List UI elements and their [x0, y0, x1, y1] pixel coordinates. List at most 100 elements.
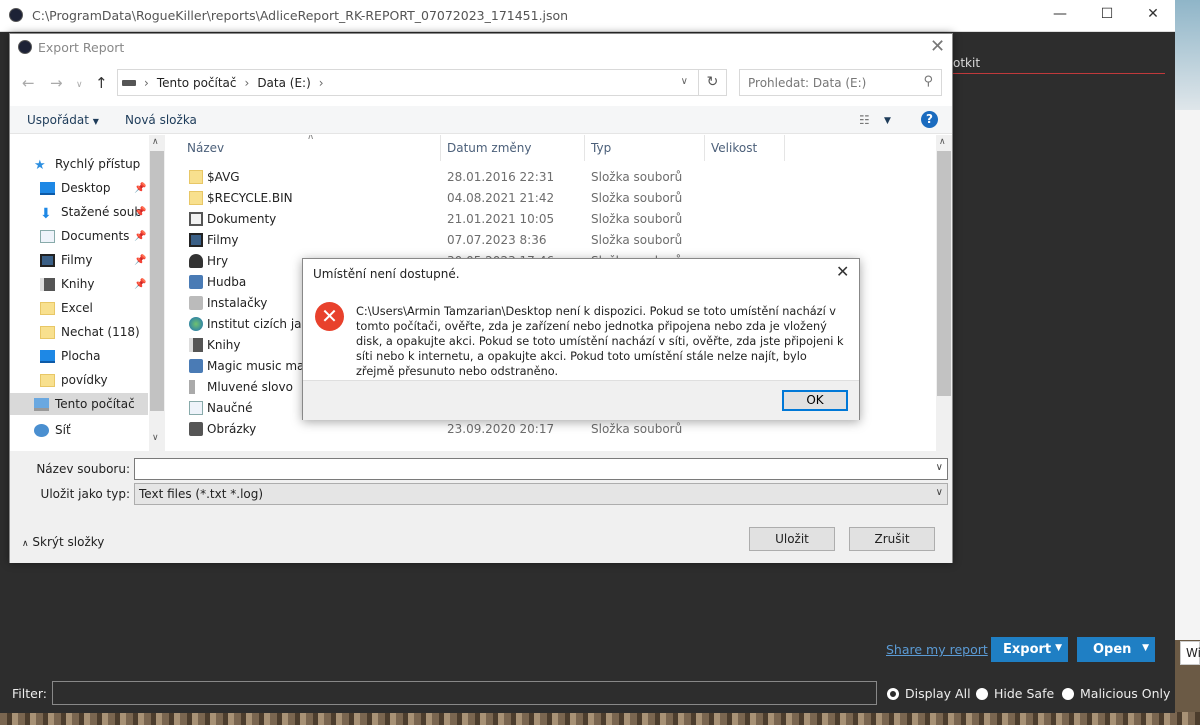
- new-folder-button[interactable]: Nová složka: [125, 113, 197, 127]
- pin-icon[interactable]: 📌: [134, 255, 146, 266]
- search-input[interactable]: Prohledat: Data (E:) ⚲: [739, 69, 942, 96]
- nav-item-label: Plocha: [61, 349, 101, 363]
- app-logo-icon: [9, 8, 23, 22]
- app-logo-icon: [18, 40, 32, 54]
- file-list-scrollbar[interactable]: ∧: [936, 135, 952, 451]
- column-header-size[interactable]: Velikost: [711, 141, 757, 155]
- minimize-button[interactable]: —: [1050, 6, 1070, 26]
- column-header-name[interactable]: Název: [187, 141, 224, 155]
- file-row[interactable]: Filmy 07.07.2023 8:36 Složka souborů: [165, 230, 935, 251]
- forward-button[interactable]: →: [50, 74, 63, 92]
- pin-icon[interactable]: 📌: [134, 207, 146, 218]
- close-button[interactable]: ✕: [1143, 6, 1163, 26]
- pin-icon[interactable]: 📌: [134, 279, 146, 290]
- pin-icon[interactable]: 📌: [134, 183, 146, 194]
- window-title: C:\ProgramData\RogueKiller\reports\Adlic…: [32, 8, 569, 23]
- refresh-button[interactable]: ↻: [698, 70, 726, 95]
- nav-item[interactable]: Knihy 📌: [10, 273, 148, 295]
- pin-icon[interactable]: 📌: [134, 231, 146, 242]
- dialog-title: Export Report: [38, 40, 125, 55]
- column-divider[interactable]: [440, 135, 441, 161]
- recent-locations-chevron-icon[interactable]: ∨: [76, 80, 83, 90]
- file-date: 04.08.2021 21:42: [447, 191, 555, 205]
- desktop-wallpaper: [1175, 0, 1200, 110]
- chevron-down-icon[interactable]: ∨: [936, 462, 943, 473]
- cancel-button[interactable]: Zrušit: [849, 527, 935, 551]
- nav-item[interactable]: ⬇ Stažené soub 📌: [10, 201, 148, 223]
- filename-input[interactable]: ∨: [134, 458, 948, 480]
- address-dropdown-icon[interactable]: ∨: [681, 76, 688, 87]
- organize-button[interactable]: Uspořádat ▼: [27, 113, 99, 127]
- help-icon[interactable]: ?: [921, 111, 938, 128]
- error-close-button[interactable]: ✕: [836, 262, 849, 281]
- share-report-link[interactable]: Share my report: [886, 642, 988, 657]
- file-name: Hudba: [207, 275, 247, 289]
- radio-hide-safe[interactable]: Hide Safe: [976, 686, 1054, 701]
- file-row[interactable]: $RECYCLE.BIN 04.08.2021 21:42 Složka soubo…: [165, 188, 935, 209]
- breadcrumb-separator-icon: ›: [244, 75, 250, 90]
- column-divider[interactable]: [704, 135, 705, 161]
- nav-item[interactable]: ★ Rychlý přístup: [10, 153, 148, 175]
- nav-scrollbar[interactable]: ∧ ∨: [149, 135, 165, 451]
- column-divider[interactable]: [784, 135, 785, 161]
- nav-item[interactable]: povídky: [10, 369, 148, 391]
- radio-malicious-only[interactable]: Malicious Only: [1062, 686, 1170, 701]
- desktop-wallpaper-bottom: [0, 712, 1200, 725]
- radio-icon[interactable]: [1062, 687, 1074, 700]
- column-header-date[interactable]: Datum změny: [447, 141, 532, 155]
- file-list-scrollbar-thumb[interactable]: [937, 151, 951, 396]
- film-icon: [189, 233, 203, 247]
- nav-item[interactable]: Desktop 📌: [10, 177, 148, 199]
- hide-folders-button[interactable]: ∧ Skrýt složky: [22, 535, 104, 549]
- export-button[interactable]: Export ▼: [991, 637, 1068, 662]
- ok-button[interactable]: OK: [782, 390, 848, 411]
- nav-item[interactable]: Síť: [10, 419, 148, 441]
- document-icon: [189, 401, 203, 415]
- chevron-down-icon[interactable]: ▼: [1142, 643, 1149, 653]
- nav-item[interactable]: Plocha: [10, 345, 148, 367]
- file-type: Složka souborů: [591, 233, 683, 247]
- view-dropdown-icon[interactable]: ▼: [884, 116, 891, 126]
- folder-icon: [40, 301, 55, 315]
- breadcrumb-this-pc[interactable]: Tento počítač: [157, 76, 237, 90]
- radio-display-all[interactable]: Display All: [887, 686, 971, 701]
- column-divider[interactable]: [584, 135, 585, 161]
- file-row[interactable]: Obrázky 23.09.2020 20:17 Složka souborů: [165, 419, 935, 440]
- scroll-up-icon[interactable]: ∧: [152, 137, 159, 147]
- nav-item[interactable]: Filmy 📌: [10, 249, 148, 271]
- up-button[interactable]: ↑: [95, 74, 108, 92]
- radio-label: Display All: [905, 686, 971, 701]
- search-icon[interactable]: ⚲: [923, 74, 933, 89]
- file-date: 28.01.2016 22:31: [447, 170, 555, 184]
- filter-input[interactable]: [52, 681, 877, 705]
- address-bar[interactable]: › Tento počítač › Data (E:) › ∨: [117, 69, 727, 96]
- nav-item[interactable]: Documents 📌: [10, 225, 148, 247]
- file-row[interactable]: Dokumenty 21.01.2021 10:05 Složka souborů: [165, 209, 935, 230]
- back-button[interactable]: ←: [22, 74, 35, 92]
- desktop-icon: [40, 349, 55, 363]
- open-button[interactable]: Open ▼: [1077, 637, 1155, 662]
- nav-scrollbar-thumb[interactable]: [150, 151, 164, 411]
- radio-selected-icon[interactable]: [887, 687, 899, 700]
- scroll-up-icon[interactable]: ∧: [939, 137, 946, 147]
- tab-rootkit[interactable]: otkit: [953, 56, 980, 70]
- save-button[interactable]: Uložit: [749, 527, 835, 551]
- scroll-down-icon[interactable]: ∨: [152, 433, 159, 443]
- file-row[interactable]: $AVG 28.01.2016 22:31 Složka souborů: [165, 167, 935, 188]
- view-options-icon[interactable]: ☷: [859, 113, 870, 127]
- nav-item[interactable]: Excel: [10, 297, 148, 319]
- computer-icon: [34, 397, 49, 411]
- maximize-button[interactable]: ☐: [1097, 6, 1117, 26]
- chevron-down-icon[interactable]: ∨: [936, 487, 943, 498]
- nav-item[interactable]: Tento počítač: [10, 393, 148, 415]
- folder-icon: [189, 170, 203, 184]
- column-header-type[interactable]: Typ: [591, 141, 611, 155]
- filetype-select[interactable]: Text files (*.txt *.log) ∨: [134, 483, 948, 505]
- radio-icon[interactable]: [976, 687, 988, 700]
- file-name: Dokumenty: [207, 212, 277, 226]
- nav-item[interactable]: Nechat (118): [10, 321, 148, 343]
- chevron-down-icon[interactable]: ▼: [1055, 643, 1062, 653]
- breadcrumb-data-e[interactable]: Data (E:): [257, 76, 310, 90]
- breadcrumb-separator-icon[interactable]: ›: [319, 76, 324, 90]
- dialog-close-button[interactable]: ✕: [930, 36, 945, 57]
